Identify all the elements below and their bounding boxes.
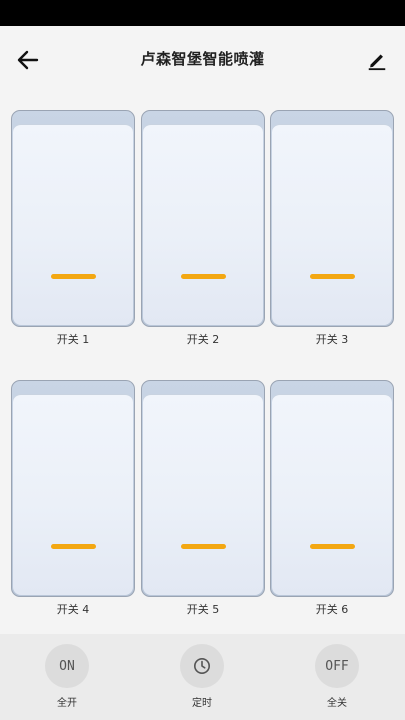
status-bar: [0, 0, 405, 26]
switch-indicator: [51, 544, 96, 549]
switch-4-toggle[interactable]: [11, 380, 135, 597]
switch-face: [143, 124, 263, 325]
switch-4: 开关 4: [11, 380, 137, 616]
page-title: 卢森智堡智能喷灌: [140, 50, 265, 68]
switch-face: [272, 394, 392, 595]
switch-1: 开关 1: [11, 110, 137, 346]
switch-5-toggle[interactable]: [141, 380, 265, 597]
edit-button[interactable]: [361, 44, 393, 76]
switch-2-toggle[interactable]: [141, 110, 265, 327]
timer-button[interactable]: 定时: [172, 644, 232, 709]
all-off-button[interactable]: OFF 全关: [307, 644, 367, 709]
all-off-label: 全关: [327, 698, 347, 709]
switch-3-toggle[interactable]: [270, 110, 394, 327]
switch-indicator: [310, 274, 355, 279]
switch-label: 开关 3: [315, 333, 349, 346]
switch-label: 开关 4: [56, 603, 90, 616]
bottom-action-bar: ON 全开 定时 OFF 全关: [0, 634, 405, 720]
switch-label: 开关 1: [56, 333, 90, 346]
all-on-label: 全开: [57, 698, 77, 709]
switch-face: [272, 124, 392, 325]
all-on-button[interactable]: ON 全开: [37, 644, 97, 709]
switch-6-toggle[interactable]: [270, 380, 394, 597]
switch-indicator: [181, 544, 226, 549]
timer-icon-wrap: [180, 644, 224, 688]
switch-label: 开关 6: [315, 603, 349, 616]
switch-5: 开关 5: [141, 380, 267, 616]
switch-face: [143, 394, 263, 595]
switch-2: 开关 2: [141, 110, 267, 346]
switch-face: [13, 124, 133, 325]
switch-3: 开关 3: [270, 110, 396, 346]
switch-6: 开关 6: [270, 380, 396, 616]
switch-indicator: [51, 274, 96, 279]
arrow-left-icon: [17, 50, 39, 70]
switch-label: 开关 2: [186, 333, 220, 346]
switch-label: 开关 5: [186, 603, 220, 616]
switch-1-toggle[interactable]: [11, 110, 135, 327]
clock-icon: [193, 657, 211, 675]
all-off-icon: OFF: [315, 644, 359, 688]
switch-face: [13, 394, 133, 595]
timer-label: 定时: [192, 698, 212, 709]
switch-indicator: [181, 274, 226, 279]
switch-indicator: [310, 544, 355, 549]
all-on-icon: ON: [45, 644, 89, 688]
back-button[interactable]: [12, 44, 44, 76]
header: 卢森智堡智能喷灌: [0, 26, 405, 94]
pencil-icon: [368, 54, 386, 71]
